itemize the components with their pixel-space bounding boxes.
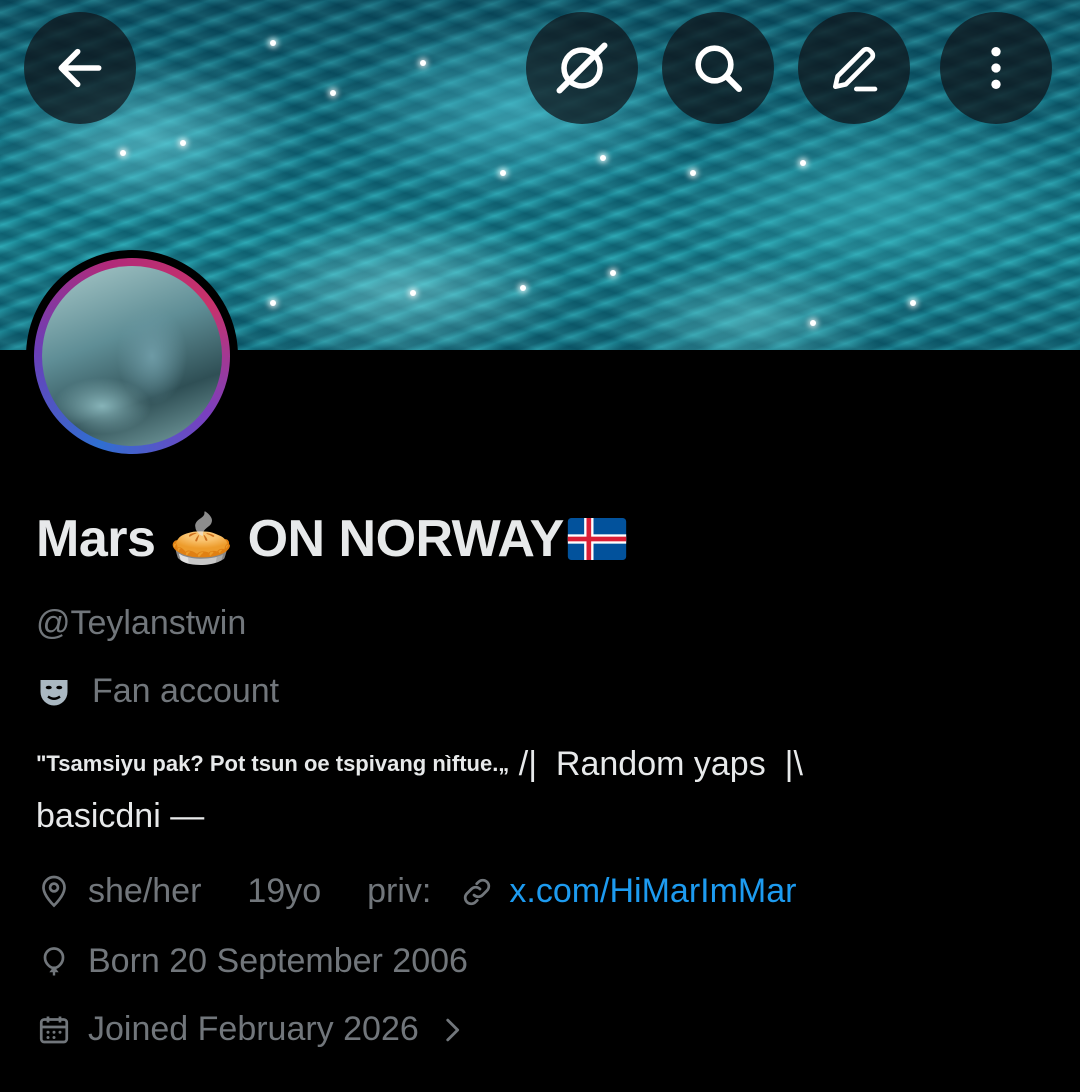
bio-line2: basicdni — [36, 797, 205, 835]
chevron-right-icon [446, 1018, 459, 1041]
calendar-icon [39, 1016, 69, 1043]
banner-sparkle [330, 90, 336, 96]
banner-sparkle [420, 60, 426, 66]
avatar-image [42, 266, 222, 446]
location-pin-icon [42, 875, 66, 907]
back-button[interactable] [24, 12, 136, 124]
more-vertical-icon [991, 47, 1001, 89]
grok-button[interactable] [526, 12, 638, 124]
arrow-left-icon [58, 48, 102, 88]
bio-quote: "Tsamsiyu pak? Pot tsun oe tspivang nìft… [36, 751, 510, 776]
pie-emoji: 🥧 [169, 510, 234, 568]
display-name-text: Mars [36, 510, 156, 568]
theater-masks-icon [40, 679, 68, 705]
display-name: Mars 🥧 ON NORWAY [36, 508, 628, 569]
banner-sparkle [610, 270, 616, 276]
iceland-flag-icon [567, 518, 626, 560]
link-icon [464, 878, 491, 905]
banner-sparkle [690, 170, 696, 176]
banner-sparkle [910, 300, 916, 306]
search-button[interactable] [662, 12, 774, 124]
display-name-suffix: ON NORWAY [247, 510, 565, 568]
banner-sparkle [800, 160, 806, 166]
avatar[interactable] [26, 250, 238, 462]
profile-url-link[interactable]: x.com/HiMarImMar [509, 872, 796, 911]
banner-sparkle [500, 170, 506, 176]
profile-category: Fan account [36, 672, 279, 711]
priv-label: priv: [367, 872, 432, 910]
bio: "Tsamsiyu pak? Pot tsun oe tspivang nìft… [36, 738, 1046, 842]
birthday-row: Born 20 September 2006 [36, 942, 468, 981]
location-text: she/her [88, 872, 202, 910]
age-text: 19yo [247, 872, 322, 910]
handle: @Teylanstwin [36, 604, 247, 642]
bio-line1: /| Random yaps |\ [518, 745, 803, 783]
joined-row[interactable]: Joined February 2026 [36, 1010, 469, 1049]
banner-sparkle [600, 155, 606, 161]
profile-meta-row: she/her 19yo priv: x.com/HiMarImMar [36, 872, 796, 911]
banner-sparkle [810, 320, 816, 326]
avatar-story-ring [34, 258, 230, 454]
balloon-icon [43, 946, 65, 975]
more-button[interactable] [940, 12, 1052, 124]
pencil-icon [833, 46, 878, 92]
banner-sparkle [120, 150, 126, 156]
category-label: Fan account [92, 672, 280, 710]
birthday-text: Born 20 September 2006 [88, 942, 468, 980]
search-icon [695, 45, 743, 93]
banner-sparkle [520, 285, 526, 291]
grok-icon [556, 42, 608, 94]
banner-sparkle [270, 300, 276, 306]
banner-sparkle [180, 140, 186, 146]
banner-sparkle [270, 40, 276, 46]
joined-text: Joined February 2026 [88, 1010, 419, 1048]
banner-sparkle [410, 290, 416, 296]
edit-button[interactable] [798, 12, 910, 124]
